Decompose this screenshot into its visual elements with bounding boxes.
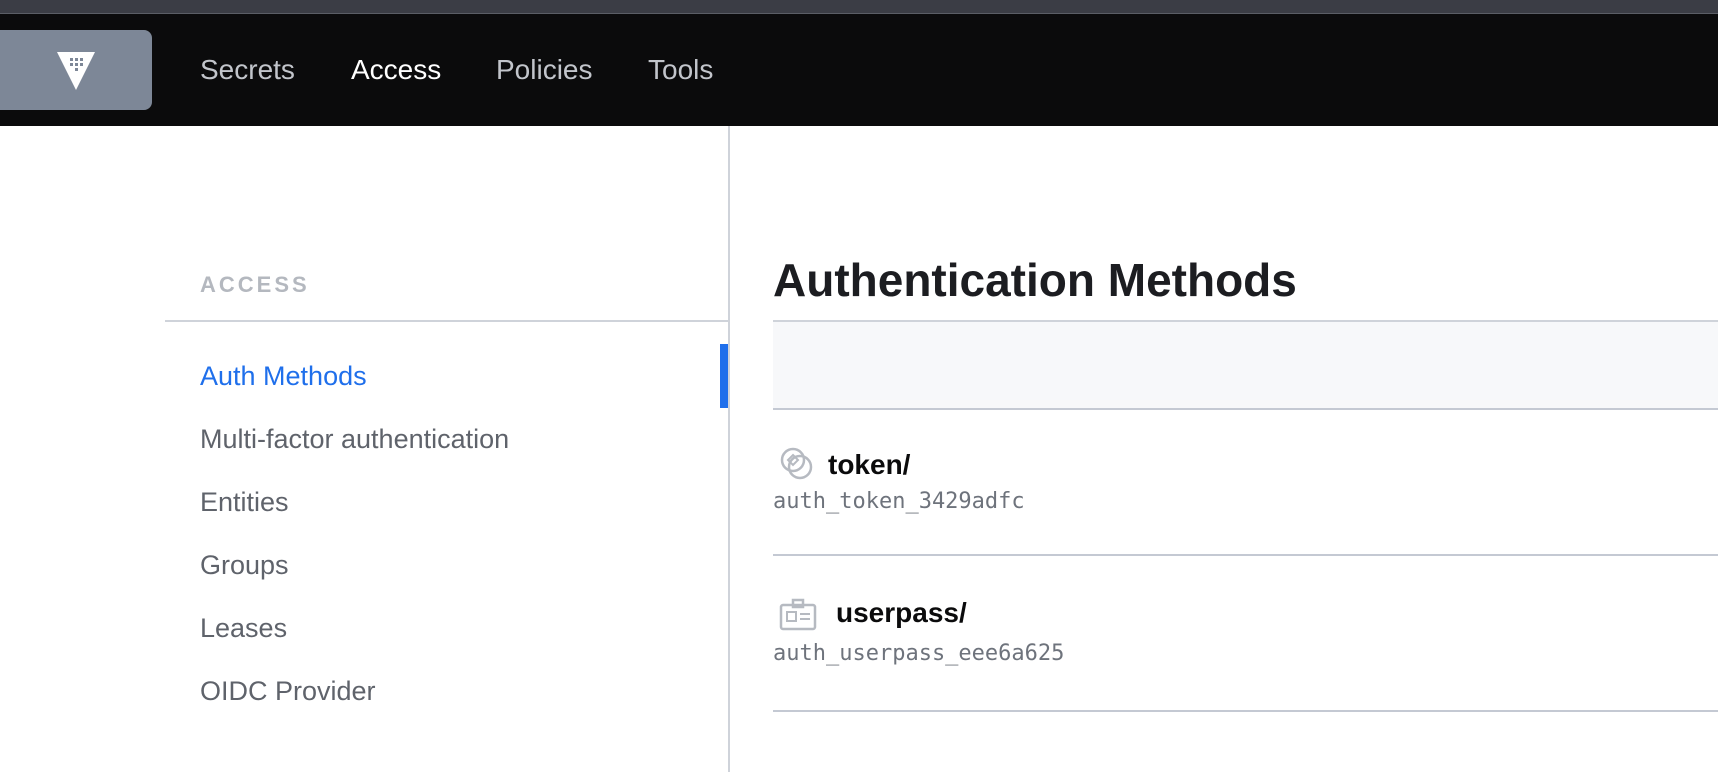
userpass-icon bbox=[779, 598, 817, 631]
sidebar: ACCESS Auth Methods Multi-factor authent… bbox=[0, 126, 730, 772]
active-indicator bbox=[720, 344, 728, 408]
sidebar-item-groups[interactable]: Groups bbox=[200, 548, 289, 582]
vault-logo-icon bbox=[57, 52, 95, 90]
nav-secrets[interactable]: Secrets bbox=[200, 52, 295, 88]
toolbar bbox=[773, 320, 1718, 410]
nav-policies[interactable]: Policies bbox=[496, 52, 592, 88]
auth-method-name[interactable]: userpass/ bbox=[836, 596, 967, 630]
main-content: Authentication Methods token/ auth_token… bbox=[730, 126, 1718, 772]
auth-method-name[interactable]: token/ bbox=[828, 448, 910, 482]
sidebar-item-oidc-provider[interactable]: OIDC Provider bbox=[200, 674, 376, 708]
sidebar-heading: ACCESS bbox=[200, 272, 310, 297]
auth-method-accessor: auth_userpass_eee6a625 bbox=[773, 641, 1065, 666]
home-logo-button[interactable] bbox=[0, 30, 152, 110]
top-navbar: Secrets Access Policies Tools bbox=[0, 14, 1718, 126]
sidebar-item-leases[interactable]: Leases bbox=[200, 611, 287, 645]
sidebar-item-auth-methods[interactable]: Auth Methods bbox=[200, 359, 367, 393]
auth-method-accessor: auth_token_3429adfc bbox=[773, 489, 1025, 514]
nav-tools[interactable]: Tools bbox=[648, 52, 713, 88]
auth-method-row-token[interactable]: token/ auth_token_3429adfc bbox=[773, 410, 1718, 556]
sidebar-divider bbox=[165, 320, 730, 322]
window-top-strip bbox=[0, 0, 1718, 14]
page-title: Authentication Methods bbox=[773, 254, 1297, 306]
token-icon bbox=[780, 447, 813, 480]
sidebar-item-entities[interactable]: Entities bbox=[200, 485, 289, 519]
nav-access[interactable]: Access bbox=[351, 52, 441, 88]
sidebar-item-mfa[interactable]: Multi-factor authentication bbox=[200, 422, 509, 456]
auth-method-row-userpass[interactable]: userpass/ auth_userpass_eee6a625 bbox=[773, 556, 1718, 712]
